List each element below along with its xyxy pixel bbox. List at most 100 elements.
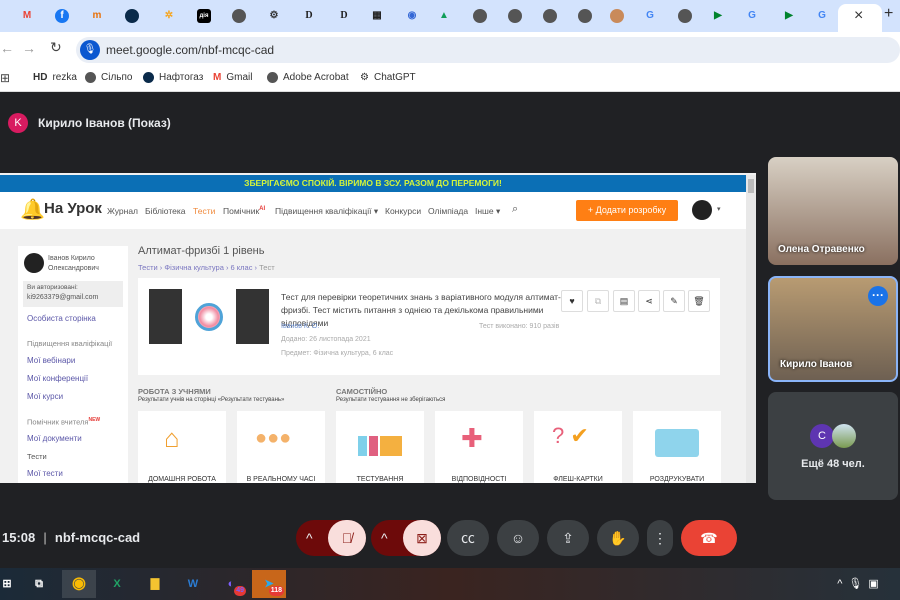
globe-tab-icon[interactable] [232, 9, 246, 23]
chevron-down-icon[interactable]: ▾ [717, 205, 721, 213]
task-view-icon[interactable]: ⧉ [22, 570, 56, 598]
bookmark-adobe-acrobat[interactable]: Adobe Acrobat [267, 72, 349, 83]
address-bar[interactable]: 🎙 meet.google.com/nbf-mcqc-cad [76, 37, 900, 63]
copy-icon[interactable]: ⧉ [587, 290, 609, 312]
reload-button[interactable]: ↻ [50, 39, 62, 56]
link-courses[interactable]: Мої курси [27, 392, 63, 401]
microphone-tray-icon[interactable]: 🎙 [848, 578, 868, 590]
globe-tab-icon[interactable] [473, 9, 487, 23]
forward-button[interactable]: → [22, 40, 36, 56]
tab-icon[interactable]: m [90, 9, 104, 23]
bookmark-gmail[interactable]: M Gmail [213, 72, 252, 83]
globe-tab-icon[interactable] [543, 9, 557, 23]
more-options-icon[interactable]: ··· [868, 286, 888, 306]
nav-qualification[interactable]: Підвищення кваліфікації ▾ [275, 206, 378, 217]
tab-icon[interactable]: ◉ [405, 9, 419, 23]
document-icon[interactable]: ▤ [613, 290, 635, 312]
more-participants-tile[interactable]: C Ещё 48 чел. [768, 392, 898, 500]
mode-print[interactable]: РОЗДРУКУВАТИ [633, 411, 721, 483]
mode-realtime[interactable]: ●●● В РЕАЛЬНОМУ ЧАСІ [237, 411, 325, 483]
network-icon[interactable]: ▣ [868, 578, 884, 590]
delete-icon[interactable]: 🗑 [688, 290, 710, 312]
clapper-tab-icon[interactable]: ▦ [370, 9, 384, 23]
end-call-button[interactable]: ☎ [681, 520, 737, 556]
bookmark-naftogaz[interactable]: Нафтогаз [143, 72, 203, 83]
start-icon[interactable]: ⊞ [0, 570, 24, 598]
bookmark-silpo[interactable]: Сільпо [85, 72, 132, 83]
participant-tile[interactable]: Олена Отравенко [768, 157, 898, 265]
share-icon[interactable]: ⋖ [638, 290, 660, 312]
site-logo[interactable]: На Урок [44, 200, 102, 217]
nav-other[interactable]: Інше ▾ [475, 206, 500, 217]
breadcrumb-item[interactable]: 6 клас [231, 263, 253, 272]
drive-tab-icon[interactable]: ▲ [437, 9, 451, 23]
apps-icon[interactable]: ⊞ [0, 71, 10, 85]
word-taskbar-icon[interactable]: W [176, 570, 210, 598]
telegram-taskbar-icon[interactable]: ➤ 118 [252, 570, 286, 598]
link-documents[interactable]: Мої документи [27, 434, 82, 443]
user-avatar[interactable] [692, 200, 712, 220]
url-text[interactable]: meet.google.com/nbf-mcqc-cad [106, 43, 274, 57]
meet-tab-icon[interactable]: ▶ [711, 9, 725, 23]
participant-tile[interactable]: ··· Кирило Іванов [768, 276, 898, 382]
favorite-icon[interactable]: ♥ [561, 290, 583, 312]
link-webinars[interactable]: Мої вебінари [27, 356, 75, 365]
globe-tab-icon[interactable] [508, 9, 522, 23]
tab-icon[interactable]: ✲ [162, 9, 176, 23]
microphone-icon[interactable]: 🎙 [80, 40, 100, 60]
chatgpt-tab-icon[interactable]: ⚙ [267, 9, 281, 23]
back-button[interactable]: ← [0, 40, 14, 56]
explorer-taskbar-icon[interactable]: ▇ [138, 570, 172, 598]
more-options-button[interactable]: ⋮ [647, 520, 673, 556]
mode-testing[interactable]: ТЕСТУВАННЯ [336, 411, 424, 483]
close-tab-icon[interactable]: × [854, 7, 863, 25]
link-conferences[interactable]: Мої конференції [27, 374, 88, 383]
captions-button[interactable]: ㏄ [447, 520, 489, 556]
diia-tab-icon[interactable]: дія [197, 9, 211, 23]
tab-icon[interactable] [610, 9, 624, 23]
edit-icon[interactable]: ✎ [663, 290, 685, 312]
mode-homework[interactable]: ⌂ ДОМАШНЯ РОБОТА [138, 411, 226, 483]
google-tab-icon[interactable]: G [745, 9, 759, 23]
bookmark-rezka[interactable]: HD rezka [33, 72, 77, 83]
nav-journal[interactable]: Журнал [107, 206, 138, 216]
link-my-tests[interactable]: Мої тести [27, 469, 63, 478]
system-tray[interactable]: ^🎙▣ [826, 570, 896, 598]
mode-matching[interactable]: ✚ ВІДПОВІДНОСТІ [435, 411, 523, 483]
globe-tab-icon[interactable] [578, 9, 592, 23]
globe-tab-icon[interactable] [678, 9, 692, 23]
gmail-tab-icon[interactable]: M [20, 9, 34, 23]
tab-icon[interactable]: D [337, 9, 351, 23]
viber-taskbar-icon[interactable]: ◐ 49 [214, 570, 248, 598]
link-profile[interactable]: Особиста сторінка [27, 314, 96, 323]
new-tab-button[interactable]: + [884, 5, 893, 23]
meet-tab-icon[interactable]: ▶ [782, 9, 796, 23]
google-tab-icon[interactable]: G [815, 9, 829, 23]
breadcrumb-item[interactable]: Тести [138, 263, 158, 272]
shared-scrollbar[interactable] [746, 175, 756, 483]
bookmark-chatgpt[interactable]: ⚙ ChatGPT [360, 72, 416, 83]
excel-taskbar-icon[interactable]: X [100, 570, 134, 598]
nav-tests[interactable]: Тести [193, 206, 215, 216]
present-button[interactable]: ⇪ [547, 520, 589, 556]
active-tab[interactable]: × [838, 4, 882, 32]
chrome-taskbar-icon[interactable]: ◉ [62, 570, 96, 598]
add-resource-button[interactable]: + Додати розробку [576, 200, 678, 221]
nav-assistant[interactable]: ПомічникAI [223, 206, 265, 216]
microphone-off-button[interactable]: 🎙̸ [328, 520, 366, 556]
tab-icon[interactable]: D [302, 9, 316, 23]
search-icon[interactable]: ⌕ [512, 203, 518, 216]
nav-olympiad[interactable]: Олімпіада [428, 206, 468, 216]
camera-off-button[interactable]: ⊠ [403, 520, 441, 556]
nav-library[interactable]: Бібліотека [145, 206, 186, 216]
facebook-tab-icon[interactable]: f [55, 9, 69, 23]
raise-hand-button[interactable]: ✋ [597, 520, 639, 556]
breadcrumb-item[interactable]: Фізична культура [164, 263, 223, 272]
naftogaz-tab-icon[interactable] [125, 9, 139, 23]
reactions-button[interactable]: ☺ [497, 520, 539, 556]
tray-chevron-icon[interactable]: ^ [837, 578, 848, 590]
nav-contests[interactable]: Конкурси [385, 206, 421, 216]
mode-flashcards[interactable]: ? ✔ ФЛЕШ-КАРТКИ [534, 411, 622, 483]
test-author[interactable]: Іванов К. О. [281, 323, 319, 330]
google-tab-icon[interactable]: G [643, 9, 657, 23]
